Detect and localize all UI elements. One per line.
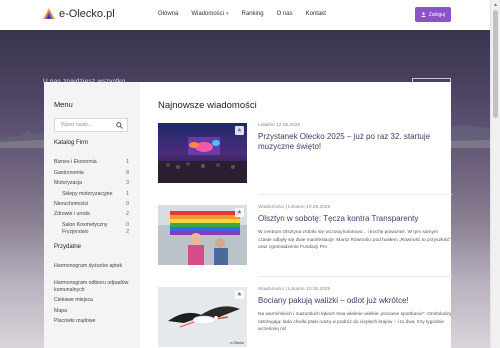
- article-meta: Wiadomości | Lokalne 10.05.2025: [258, 205, 331, 210]
- article-meta: Lokalne 12.05.2025: [258, 123, 301, 128]
- category-label: Gastronomia: [54, 170, 84, 176]
- logo-triangle-icon: [43, 8, 55, 19]
- star-icon: ★: [235, 126, 244, 135]
- article-thumbnail[interactable]: ★: [158, 123, 247, 183]
- subcategory-item[interactable]: Salon Kosmetyczny 0: [62, 222, 129, 228]
- useful-link[interactable]: Mapa: [54, 308, 129, 315]
- nav-label: Kontakt: [305, 11, 326, 17]
- pride-march-image: [158, 205, 247, 265]
- nav-item-ranking[interactable]: Ranking: [242, 11, 264, 17]
- scrollbar-thumb[interactable]: [493, 10, 498, 118]
- article-card[interactable]: ★ Wiadomości | Lokalne 10.05.2025 Olszty…: [158, 205, 452, 267]
- article-thumbnail[interactable]: ★: [158, 205, 247, 265]
- useful-link[interactable]: Placówki rządowe: [54, 318, 129, 325]
- subcategory-item[interactable]: Sklepy motoryzacyjne 1: [62, 191, 129, 197]
- news-section-title: Najnowsze wiadomości: [158, 100, 257, 111]
- category-count: 8: [126, 170, 129, 176]
- article-excerpt: W centrum Olsztyna zrobiło się wczoraj k…: [258, 230, 452, 250]
- category-count: 2: [126, 211, 129, 217]
- article-title[interactable]: Bociany pakują walizki – odlot już wkrót…: [258, 296, 452, 306]
- catalog-title: Katalog Firm: [54, 140, 89, 146]
- article-title[interactable]: Olsztyn w sobotę: Tęcza kontra Transpare…: [258, 214, 452, 224]
- category-count: 1: [126, 159, 129, 165]
- nav-label: Ranking: [241, 11, 264, 17]
- search-icon[interactable]: [116, 122, 123, 129]
- category-item[interactable]: Biznes i Ekonomia 1: [54, 159, 129, 165]
- category-count: 0: [126, 201, 129, 207]
- user-icon: [421, 12, 426, 17]
- sidebar-menu-title: Menu: [54, 100, 73, 109]
- nav-label: Główna: [158, 11, 179, 17]
- search-placeholder: Wpisz hasło...: [61, 122, 93, 128]
- nav-item-o-nas[interactable]: O nas: [277, 11, 293, 17]
- category-label: Zdrowie i uroda: [54, 211, 90, 217]
- article-card[interactable]: ★ e-Olecko Wiadomości | Lokalne 10.05.20…: [158, 287, 452, 348]
- category-count: 1: [126, 191, 129, 197]
- category-label: Fryzjerstwo: [62, 229, 89, 235]
- main-nav: Główna Wiadomości ▾ Ranking O nas Kontakt: [158, 11, 339, 17]
- category-item[interactable]: Motoryzacja 3: [54, 180, 129, 186]
- article-divider: [258, 194, 452, 195]
- category-item[interactable]: Zdrowie i uroda 2: [54, 211, 129, 217]
- scroll-up-arrow-icon[interactable]: ▲: [493, 2, 498, 8]
- sidebar: Menu Wpisz hasło... Katalog Firm Biznes …: [44, 82, 140, 348]
- article-excerpt: Na warmińskich i mazurskich łąkach trwa …: [258, 312, 452, 332]
- useful-link[interactable]: Ciekawe miejsca: [54, 297, 129, 304]
- logo[interactable]: e-Olecko.pl: [43, 8, 115, 20]
- article-thumbnail[interactable]: ★ e-Olecko: [158, 287, 247, 347]
- category-count: 3: [126, 180, 129, 186]
- nav-label: O nas: [276, 11, 293, 17]
- nav-label: Wiadomości: [191, 11, 225, 17]
- category-label: Sklepy motoryzacyjne: [62, 191, 113, 197]
- category-label: Motoryzacja: [54, 180, 82, 186]
- useful-link[interactable]: Harmonogram dyżurów aptek: [54, 263, 129, 270]
- nav-item-glowna[interactable]: Główna: [158, 11, 178, 17]
- concert-image: [158, 123, 247, 183]
- star-icon: ★: [235, 208, 244, 217]
- logo-text: e-Olecko.pl: [59, 8, 115, 20]
- image-watermark: e-Olecko: [229, 341, 244, 345]
- login-button[interactable]: Zaloguj: [415, 7, 451, 22]
- useful-title: Przydatne: [54, 244, 82, 250]
- stork-image: [158, 287, 247, 347]
- category-count: 2: [126, 229, 129, 235]
- category-label: Biznes i Ekonomia: [54, 159, 97, 165]
- subcategory-item[interactable]: Fryzjerstwo 2: [62, 229, 129, 235]
- article-divider: [258, 276, 452, 277]
- chevron-down-icon: ▾: [226, 11, 229, 17]
- article-meta: Wiadomości | Lokalne 10.05.2025: [258, 287, 331, 292]
- article-title[interactable]: Przystanek Olecko 2025 – już po raz 32. …: [258, 132, 452, 152]
- star-icon: ★: [235, 290, 244, 299]
- nav-item-kontakt[interactable]: Kontakt: [306, 11, 326, 17]
- category-label: Salon Kosmetyczny: [62, 222, 108, 228]
- top-header: e-Olecko.pl Główna Wiadomości ▾ Ranking O…: [0, 0, 490, 30]
- search-input[interactable]: Wpisz hasło...: [54, 118, 128, 132]
- category-item[interactable]: Nieruchomości 0: [54, 201, 129, 207]
- category-label: Nieruchomości: [54, 201, 89, 207]
- article-card[interactable]: ★ Lokalne 12.05.2025 Przystanek Olecko 2…: [158, 123, 452, 185]
- news-column: Najnowsze wiadomości ★ Lokalne 12.05.202…: [158, 82, 452, 348]
- nav-item-wiadomosci[interactable]: Wiadomości ▾: [191, 11, 228, 17]
- page-scrollbar[interactable]: ▲: [490, 0, 500, 348]
- category-count: 0: [126, 222, 129, 228]
- category-item[interactable]: Gastronomia 8: [54, 170, 129, 176]
- content-card: Menu Wpisz hasło... Katalog Firm Biznes …: [44, 82, 452, 348]
- login-label: Zaloguj: [428, 11, 446, 18]
- useful-link[interactable]: Harmonogram odbioru odpadów komunalnych: [54, 280, 129, 294]
